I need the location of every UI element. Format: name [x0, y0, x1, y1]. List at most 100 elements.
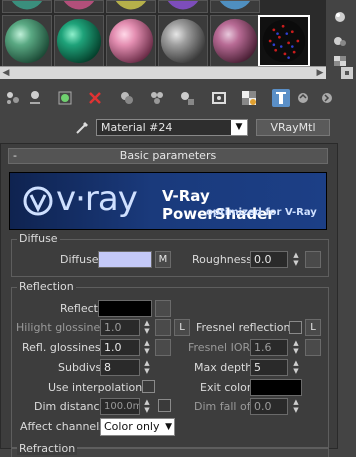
affect-channels-label: Affect channels [20, 420, 105, 433]
fresnel-ior-label: Fresnel IOR [188, 341, 251, 354]
dim-distance-spinner-icon[interactable]: ▲ ▼ [141, 398, 153, 415]
diffuse-map-button[interactable]: M [155, 251, 171, 268]
scroll-left-icon[interactable]: ◀ [0, 67, 12, 79]
fresnel-reflections-checkbox[interactable] [289, 321, 302, 334]
collapse-icon: - [13, 149, 17, 162]
sample-slot[interactable] [2, 0, 52, 13]
sphere-options-icon[interactable] [332, 10, 348, 24]
roughness-label: Roughness [192, 253, 253, 266]
dim-distance-input[interactable]: 100.0m [100, 398, 140, 415]
material-name-row: Material #24 ▼ VRayMtl [0, 114, 356, 142]
backlight-icon[interactable] [332, 34, 348, 48]
sample-slot[interactable] [2, 15, 52, 67]
sample-slot[interactable] [158, 0, 208, 13]
chevron-down-icon: ▼ [165, 422, 172, 432]
sample-slot[interactable] [210, 0, 260, 13]
scroll-right-icon[interactable]: ▶ [314, 67, 326, 79]
hilight-glossiness-input[interactable]: 1.0 [100, 319, 140, 336]
show-end-result-icon[interactable] [272, 89, 290, 107]
sample-sphere [63, 1, 95, 10]
sample-sphere [11, 1, 43, 10]
sample-sphere [4, 18, 50, 64]
slot-scrollbar[interactable]: ◀ ▶ [0, 66, 326, 79]
make-copy-icon[interactable] [118, 89, 136, 107]
dim-fall-off-input[interactable]: 0.0 [250, 398, 288, 415]
fresnel-ior-input[interactable]: 1.6 [250, 339, 288, 356]
chevron-down-icon[interactable]: ▼ [231, 120, 247, 135]
subdivs-spinner-icon[interactable]: ▲ ▼ [141, 359, 153, 376]
side-toolbar [326, 0, 356, 80]
sample-slot[interactable] [54, 0, 104, 13]
fresnel-ior-spinner-icon[interactable]: ▲ ▼ [290, 339, 302, 356]
material-id-icon[interactable] [210, 89, 228, 107]
exit-color-label: Exit color [200, 381, 252, 394]
sample-sphere [56, 18, 102, 64]
dim-distance-label: Dim distance [34, 400, 107, 413]
use-interpolation-checkbox[interactable] [142, 380, 155, 393]
sample-sphere [167, 1, 199, 10]
material-name-field[interactable]: Material #24 ▼ [96, 119, 248, 136]
dim-distance-checkbox[interactable] [158, 399, 171, 412]
put-to-library-icon[interactable] [178, 89, 196, 107]
vray-logo-icon [23, 186, 53, 216]
subdivs-input[interactable]: 8 [100, 359, 140, 376]
diffuse-group-label: Diffuse [17, 232, 60, 245]
put-to-scene-icon[interactable] [26, 89, 44, 107]
affect-channels-select[interactable]: Color only ▼ [100, 418, 175, 436]
go-to-parent-icon[interactable] [294, 89, 312, 107]
max-depth-spinner-icon[interactable]: ▲ ▼ [290, 359, 302, 376]
refl-gloss-spinner-icon[interactable]: ▲ ▼ [141, 339, 153, 356]
roughness-map-button[interactable] [305, 251, 321, 268]
hilight-map-button[interactable] [155, 319, 171, 336]
hilight-lock-button[interactable]: L [174, 319, 190, 336]
fresnel-ior-map-button[interactable] [305, 339, 321, 356]
sample-slot[interactable] [210, 15, 260, 67]
affect-channels-value: Color only [104, 420, 160, 433]
sample-slot[interactable] [158, 15, 208, 67]
sample-slot[interactable] [106, 15, 156, 67]
max-depth-label: Max depth [194, 361, 253, 374]
refl-glossiness-input[interactable]: 1.0 [100, 339, 140, 356]
sample-slot[interactable] [54, 15, 104, 67]
sample-sphere [219, 1, 251, 10]
go-forward-icon[interactable] [318, 89, 336, 107]
eyedropper-icon[interactable] [74, 118, 92, 136]
sample-slot[interactable] [106, 0, 156, 13]
rollout-basic-parameters[interactable]: - Basic parameters [8, 148, 328, 164]
show-map-icon[interactable] [240, 89, 258, 107]
dim-fall-off-spinner-icon[interactable]: ▲ ▼ [290, 398, 302, 415]
reflect-label: Reflect [60, 302, 98, 315]
fresnel-reflections-label: Fresnel reflections [196, 321, 297, 334]
reflection-group-label: Reflection [17, 280, 76, 293]
exit-color-swatch[interactable] [250, 379, 302, 396]
vray-logo-text: v·ray [56, 179, 138, 219]
refl-glossiness-label: Refl. glossiness [22, 341, 107, 354]
sample-sphere [115, 1, 147, 10]
make-unique-icon[interactable] [148, 89, 166, 107]
panel-scrollbar[interactable] [338, 143, 356, 449]
sample-slots [0, 0, 326, 67]
get-material-icon[interactable] [4, 89, 22, 107]
assign-to-selection-icon[interactable] [56, 89, 74, 107]
reflect-map-button[interactable] [155, 300, 171, 317]
roughness-spinner-icon[interactable]: ▲ ▼ [290, 251, 302, 268]
sample-slot-selected[interactable] [258, 15, 310, 67]
max-depth-input[interactable]: 5 [250, 359, 288, 376]
fresnel-lock-button[interactable]: L [305, 319, 321, 336]
vray-banner: v·ray V-Ray PowerShader optimized for V-… [9, 172, 327, 230]
sample-uv-icon[interactable] [340, 66, 356, 80]
diffuse-color-swatch[interactable] [98, 251, 152, 268]
roughness-input[interactable]: 0.0 [250, 251, 288, 268]
material-type-button[interactable]: VRayMtl [256, 119, 330, 136]
sample-sphere [108, 18, 154, 64]
hilight-spinner-icon[interactable]: ▲ ▼ [141, 319, 153, 336]
use-interpolation-label: Use interpolation [48, 381, 143, 394]
subdivs-label: Subdivs [58, 361, 102, 374]
diffuse-label: Diffuse [60, 253, 99, 266]
dim-fall-off-label: Dim fall off [194, 400, 255, 413]
material-toolbar [0, 84, 356, 112]
reflect-color-swatch[interactable] [98, 300, 152, 317]
reset-map-icon[interactable] [86, 89, 104, 107]
hilight-glossiness-label: Hilight glossiness [16, 321, 112, 334]
refl-gloss-map-button[interactable] [155, 339, 171, 356]
